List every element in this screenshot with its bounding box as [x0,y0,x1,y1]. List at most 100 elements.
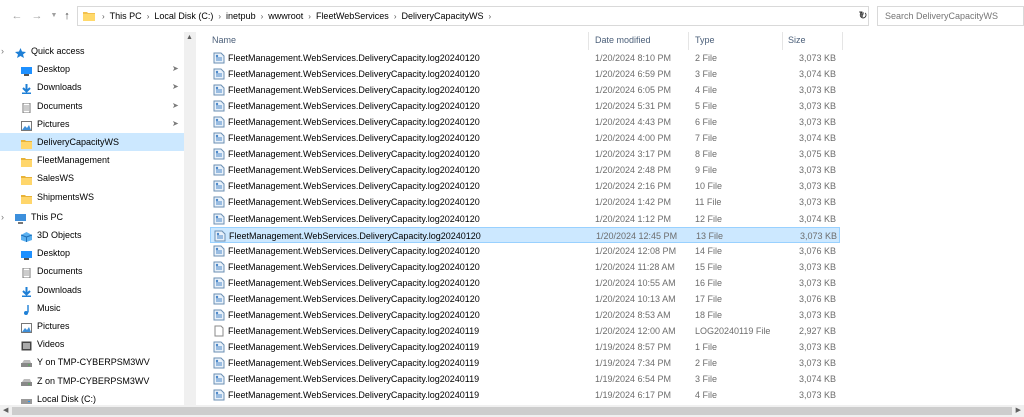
download-icon [21,82,32,95]
file-type: 12 File [695,213,723,224]
nav-item[interactable]: ShipmentsWS [0,188,184,206]
expand-chevron-icon[interactable]: › [1,208,4,226]
back-arrow-icon[interactable]: ← [10,9,24,23]
file-row[interactable]: FleetManagement.WebServices.DeliveryCapa… [210,243,840,259]
nav-item[interactable]: Documents ➤ [0,97,184,115]
file-date-modified: 1/20/2024 8:53 AM [595,309,671,320]
column-header-date[interactable]: Date modified [595,32,651,48]
file-row[interactable]: FleetManagement.WebServices.DeliveryCapa… [210,275,840,291]
breadcrumb-separator-icon[interactable]: › [147,12,150,21]
nav-item[interactable]: SalesWS [0,169,184,187]
nav-item-label: FleetManagement [37,155,110,166]
nav-item[interactable]: Y on TMP-CYBERPSM3WV [0,353,184,371]
file-list-scrollbar[interactable] [1016,32,1024,405]
nav-item[interactable]: Downloads ➤ [0,78,184,96]
breadcrumb-separator-icon[interactable]: › [102,12,105,21]
file-row[interactable]: FleetManagement.WebServices.DeliveryCapa… [210,291,840,307]
file-row[interactable]: FleetManagement.WebServices.DeliveryCapa… [210,387,840,403]
file-size: 3,073 KB [798,277,836,288]
file-row[interactable]: FleetManagement.WebServices.DeliveryCapa… [210,339,840,355]
file-row[interactable]: FleetManagement.WebServices.DeliveryCapa… [210,307,840,323]
breadcrumb-item[interactable]: DeliveryCapacityWS [401,11,483,21]
breadcrumb-item[interactable]: Local Disk (C:) [154,11,213,21]
column-divider[interactable] [782,32,783,50]
nav-item[interactable]: Downloads [0,281,184,299]
nav-item-label: SalesWS [37,173,75,184]
breadcrumb-separator-icon[interactable]: › [261,12,264,21]
scroll-up-icon[interactable]: ▲ [186,34,193,41]
file-size: 3,073 KB [798,390,836,401]
nav-item[interactable]: Local Disk (C:) [0,390,184,405]
nav-item[interactable]: › This PC [0,208,184,226]
file-type: 13 File [696,230,724,241]
scrollbar-thumb[interactable] [12,407,1012,415]
file-row[interactable]: FleetManagement.WebServices.DeliveryCapa… [210,259,840,275]
column-header-type[interactable]: Type [695,32,715,48]
column-divider[interactable] [588,32,589,50]
file-row[interactable]: FleetManagement.WebServices.DeliveryCapa… [210,226,840,243]
file-row[interactable]: FleetManagement.WebServices.DeliveryCapa… [210,66,840,82]
breadcrumb-item[interactable]: FleetWebServices [316,11,389,21]
nav-item[interactable]: Z on TMP-CYBERPSM3WV [0,372,184,390]
file-row[interactable]: FleetManagement.WebServices.DeliveryCapa… [210,82,840,98]
column-divider[interactable] [688,32,689,50]
breadcrumb-separator-icon[interactable]: › [308,12,311,21]
pin-icon[interactable]: ➤ [172,78,179,96]
column-header-name[interactable]: Name [212,32,236,48]
nav-item[interactable]: Pictures ➤ [0,115,184,133]
nav-scrollbar[interactable]: ▲ [184,32,196,405]
breadcrumb-separator-icon[interactable]: › [394,12,397,21]
nav-item[interactable]: Videos [0,335,184,353]
file-row[interactable]: FleetManagement.WebServices.DeliveryCapa… [210,130,840,146]
horizontal-scrollbar[interactable]: ◀ ▶ [0,405,1024,417]
file-name: FleetManagement.WebServices.DeliveryCapa… [229,230,481,241]
pin-icon[interactable]: ➤ [172,115,179,133]
file-date-modified: 1/19/2024 8:57 PM [595,341,672,352]
nav-item[interactable]: Documents [0,262,184,280]
search-input[interactable] [878,7,1023,25]
nav-item[interactable]: Desktop ➤ [0,60,184,78]
pin-icon[interactable]: ➤ [172,60,179,78]
disk-icon [21,394,32,404]
folder-icon [21,137,32,149]
scroll-left-icon[interactable]: ◀ [3,406,8,414]
forward-arrow-icon[interactable]: → [30,9,44,23]
nav-item[interactable]: Music [0,299,184,317]
address-bar[interactable]: › This PC › Local Disk (C:) › inetpub › wwwroot… [77,6,869,26]
file-name: FleetManagement.WebServices.DeliveryCapa… [228,357,480,368]
file-row[interactable]: FleetManagement.WebServices.DeliveryCapa… [210,178,840,194]
breadcrumb-item[interactable]: wwwroot [268,11,303,21]
nav-item[interactable]: FleetManagement [0,151,184,169]
file-date-modified: 1/20/2024 6:05 PM [595,85,672,96]
file-row[interactable]: FleetManagement.WebServices.DeliveryCapa… [210,371,840,387]
pin-icon[interactable]: ➤ [172,97,179,115]
breadcrumb-item[interactable]: inetpub [226,11,256,21]
expand-chevron-icon[interactable]: › [1,42,4,60]
file-row[interactable]: FleetManagement.WebServices.DeliveryCapa… [210,146,840,162]
nav-item[interactable]: 3D Objects [0,226,184,244]
nav-item[interactable]: Pictures [0,317,184,335]
breadcrumb-item[interactable]: This PC [110,11,142,21]
search-box[interactable] [877,6,1024,26]
file-row[interactable]: FleetManagement.WebServices.DeliveryCapa… [210,114,840,130]
nav-item[interactable]: Desktop [0,244,184,262]
breadcrumb-separator-icon[interactable]: › [489,12,492,21]
file-row[interactable]: FleetManagement.WebServices.DeliveryCapa… [210,98,840,114]
file-row[interactable]: FleetManagement.WebServices.DeliveryCapa… [210,355,840,371]
refresh-icon[interactable]: ↻ [856,8,870,24]
file-row[interactable]: FleetManagement.WebServices.DeliveryCapa… [210,194,840,210]
up-arrow-icon[interactable]: ↑ [60,9,74,23]
file-type: 2 File [695,357,718,368]
recent-locations-chevron-icon[interactable]: ▼ [47,9,61,23]
file-name: FleetManagement.WebServices.DeliveryCapa… [228,213,480,224]
breadcrumb-separator-icon[interactable]: › [218,12,221,21]
column-header-size[interactable]: Size [788,32,806,48]
file-row[interactable]: FleetManagement.WebServices.DeliveryCapa… [210,323,840,339]
scroll-right-icon[interactable]: ▶ [1016,406,1021,414]
file-row[interactable]: FleetManagement.WebServices.DeliveryCapa… [210,211,840,227]
column-divider[interactable] [842,32,843,50]
file-row[interactable]: FleetManagement.WebServices.DeliveryCapa… [210,162,840,178]
nav-item[interactable]: DeliveryCapacityWS [0,133,184,151]
file-row[interactable]: FleetManagement.WebServices.DeliveryCapa… [210,50,840,66]
nav-item[interactable]: › Quick access [0,42,184,60]
